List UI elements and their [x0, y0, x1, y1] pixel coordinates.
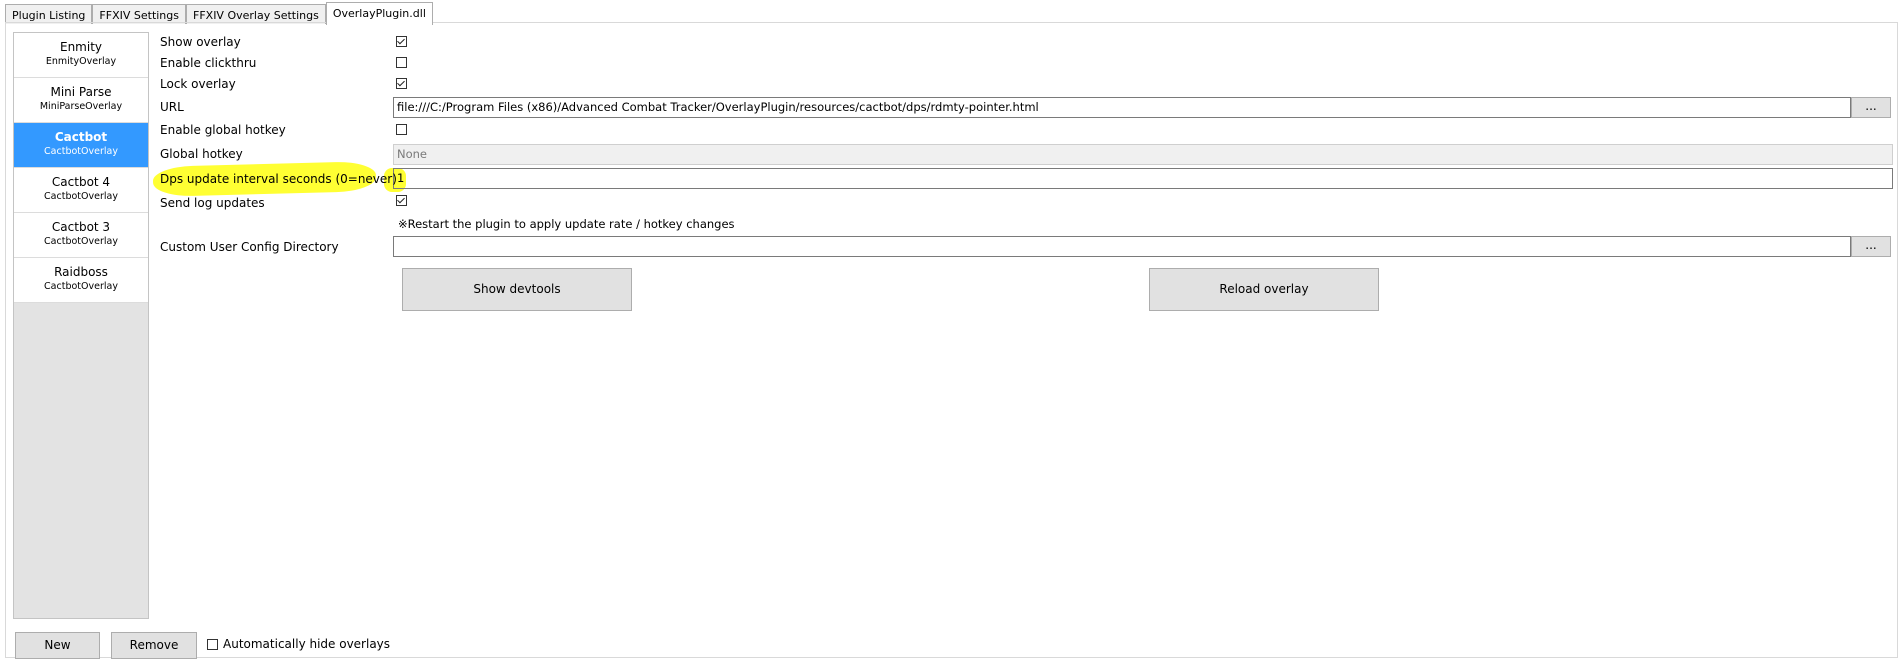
overlay-item-cactbot-3[interactable]: Cactbot 3 CactbotOverlay	[14, 213, 148, 258]
auto-hide-checkbox[interactable]	[207, 639, 218, 650]
overlay-type: CactbotOverlay	[44, 146, 118, 157]
enable-clickthru-checkbox[interactable]	[396, 57, 407, 68]
tab-ffxiv-overlay-settings[interactable]: FFXIV Overlay Settings	[186, 4, 326, 24]
enable-global-hotkey-label: Enable global hotkey	[160, 123, 286, 137]
lock-overlay-checkbox[interactable]	[396, 78, 407, 89]
overlay-type: EnmityOverlay	[45, 56, 117, 67]
show-overlay-checkbox[interactable]	[396, 36, 407, 47]
global-hotkey-label: Global hotkey	[160, 147, 243, 161]
overlay-item-enmity[interactable]: Enmity EnmityOverlay	[14, 33, 148, 78]
overlay-name: Enmity	[59, 40, 103, 54]
custom-config-dir-browse-button[interactable]: ...	[1851, 236, 1891, 257]
new-button[interactable]: New	[15, 632, 100, 659]
overlay-type: CactbotOverlay	[44, 191, 118, 202]
overlay-name: Cactbot 4	[51, 175, 111, 189]
overlay-item-cactbot[interactable]: Cactbot CactbotOverlay	[14, 123, 148, 168]
custom-config-dir-input[interactable]	[393, 236, 1851, 257]
tab-overlayplugin-dll[interactable]: OverlayPlugin.dll	[325, 2, 433, 25]
auto-hide-label: Automatically hide overlays	[223, 637, 391, 651]
restart-note: ※Restart the plugin to apply update rate…	[398, 217, 735, 231]
overlay-item-raidboss[interactable]: Raidboss CactbotOverlay	[14, 258, 148, 303]
enable-global-hotkey-checkbox[interactable]	[396, 124, 407, 135]
show-overlay-label: Show overlay	[160, 35, 241, 49]
overlay-type: CactbotOverlay	[44, 281, 118, 292]
send-log-updates-label: Send log updates	[160, 196, 265, 210]
dps-interval-input[interactable]: 1	[393, 168, 1893, 189]
tab-plugin-listing[interactable]: Plugin Listing	[5, 4, 93, 24]
url-label: URL	[160, 100, 184, 114]
overlay-name: Cactbot	[54, 130, 108, 144]
overlay-type: CactbotOverlay	[44, 236, 118, 247]
show-devtools-button[interactable]: Show devtools	[402, 268, 632, 311]
url-browse-button[interactable]: ...	[1851, 97, 1891, 118]
tab-ffxiv-settings[interactable]: FFXIV Settings	[92, 4, 186, 24]
remove-button[interactable]: Remove	[111, 632, 197, 659]
overlay-list[interactable]: Enmity EnmityOverlay Mini Parse MiniPars…	[13, 32, 149, 619]
overlay-name: Mini Parse	[50, 85, 112, 99]
overlay-name: Cactbot 3	[51, 220, 111, 234]
reload-overlay-button[interactable]: Reload overlay	[1149, 268, 1379, 311]
send-log-updates-checkbox[interactable]	[396, 195, 407, 206]
enable-clickthru-label: Enable clickthru	[160, 56, 257, 70]
overlay-name: Raidboss	[54, 265, 108, 279]
url-input[interactable]: file:///C:/Program Files (x86)/Advanced …	[393, 97, 1851, 118]
overlay-item-cactbot-4[interactable]: Cactbot 4 CactbotOverlay	[14, 168, 148, 213]
overlay-item-mini-parse[interactable]: Mini Parse MiniParseOverlay	[14, 78, 148, 123]
lock-overlay-label: Lock overlay	[160, 77, 236, 91]
overlay-type: MiniParseOverlay	[39, 101, 123, 112]
dps-interval-label: Dps update interval seconds (0=never)	[160, 172, 397, 186]
custom-config-dir-label: Custom User Config Directory	[160, 240, 339, 254]
global-hotkey-input[interactable]: None	[393, 144, 1893, 165]
tab-bar: Plugin Listing FFXIV Settings FFXIV Over…	[5, 2, 433, 25]
